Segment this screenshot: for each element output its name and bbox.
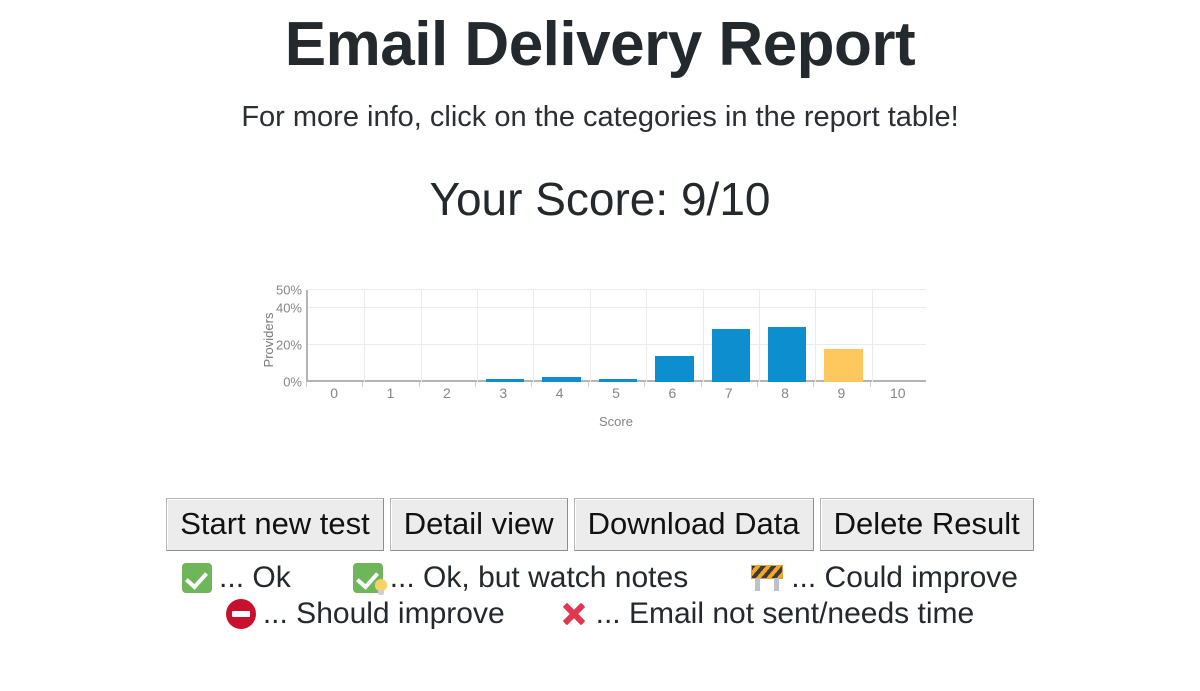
chart-x-tick (587, 382, 589, 388)
chart-gridline-vertical (702, 290, 704, 383)
chart-x-tick (306, 382, 307, 388)
score-heading: Your Score: 9/10 (429, 172, 771, 225)
legend-item: ... Email not sent/needs time (559, 599, 975, 629)
chart-x-tick-label: 2 (443, 385, 451, 402)
chart-gridline-vertical (871, 290, 873, 383)
green-check-bulb-icon (352, 563, 387, 596)
chart-x-tick (531, 382, 533, 388)
construction-barrier-icon (750, 564, 784, 592)
legend-item-label: ... Ok, but watch notes (389, 561, 689, 595)
legend-item: ... Ok, but watch notes (352, 561, 689, 596)
chart-x-tick (418, 382, 420, 388)
chart-bar[interactable] (598, 379, 638, 383)
chart-x-tick-label: 9 (837, 385, 846, 402)
chart-y-tick-label: 50% (275, 282, 302, 298)
report-page: Email Delivery Report For more info, cli… (0, 0, 1200, 691)
chart-gridline-vertical (815, 290, 817, 383)
legend-item: ... Could improve (750, 563, 1018, 593)
chart-bar[interactable] (542, 376, 581, 383)
chart-x-tick-label: 3 (499, 385, 508, 402)
chart-bar[interactable] (824, 348, 863, 383)
chart-bar[interactable] (767, 326, 807, 383)
legend-item-label: ... Email not sent/needs time (595, 597, 975, 631)
chart-x-tick (813, 382, 815, 388)
action-button-row: Start new test Detail view Download Data De… (166, 498, 1034, 552)
chart-bar[interactable] (655, 356, 694, 383)
chart-plot-area (306, 289, 926, 383)
legend-item-label: ... Ok (219, 561, 291, 595)
chart-x-tick-label: 7 (724, 385, 733, 402)
page-title: Email Delivery Report (284, 10, 916, 79)
legend-item-label: ... Should improve (262, 597, 505, 631)
chart-x-tick-label: 6 (668, 385, 677, 402)
chart-x-tick-label: 10 (890, 385, 906, 402)
chart-y-axis-labels: 0% 20% 40% 50% (254, 284, 302, 389)
download-data-button[interactable]: Download Data (573, 498, 814, 552)
chart-x-tick (644, 382, 646, 388)
legend-row-primary: ... Ok ... Ok, but watch notes ... Could i… (70, 561, 1130, 596)
chart-y-tick-label: 20% (275, 337, 302, 353)
legend-item-label: ... Could improve (791, 561, 1018, 595)
chart-x-tick (869, 382, 871, 388)
chart-x-axis-title: Score (599, 414, 633, 430)
chart-gridline-vertical (758, 290, 760, 383)
page-subtitle: For more info, click on the categories i… (241, 101, 959, 133)
legend-item: ... Ok (182, 561, 291, 595)
chart-x-tick-label: 0 (330, 385, 339, 402)
start-new-test-button[interactable]: Start new test (166, 498, 384, 552)
lightbulb-icon (374, 579, 388, 596)
chart-x-tick-label: 8 (781, 385, 789, 402)
chart-x-tick (756, 382, 758, 388)
legend-item: ... Should improve (225, 597, 505, 631)
status-legend: ... Ok ... Ok, but watch notes ... Could i… (70, 561, 1130, 631)
chart-gridline (308, 289, 926, 291)
chart-y-tick-label: 0% (283, 374, 302, 390)
chart-gridline-vertical (364, 290, 366, 383)
chart-gridline (308, 344, 926, 346)
chart-bar[interactable] (486, 379, 525, 383)
chart-gridline-vertical (420, 290, 422, 383)
chart-x-axis-labels: 0 1 2 3 4 5 6 7 8 9 10 (306, 382, 926, 408)
chart-x-tick (475, 382, 477, 388)
chart-bar[interactable] (711, 328, 750, 383)
chart-x-tick (700, 382, 702, 388)
chart-x-tick (362, 382, 364, 388)
delete-result-button[interactable]: Delete Result (819, 498, 1034, 552)
legend-row-secondary: ... Should improve ... Email not sent/nee… (70, 597, 1130, 631)
red-cross-icon (559, 599, 589, 629)
no-entry-icon (225, 599, 256, 630)
detail-view-button[interactable]: Detail view (389, 498, 568, 552)
chart-gridline-vertical (533, 290, 535, 383)
green-check-icon (182, 563, 213, 594)
chart-gridline-vertical (589, 290, 591, 383)
chart-x-tick-label: 4 (555, 385, 564, 402)
chart-gridline-vertical (477, 290, 479, 383)
chart-x-tick-label: 5 (612, 385, 620, 402)
chart-x-tick-label: 1 (386, 385, 395, 402)
chart-gridline-vertical (646, 290, 648, 383)
score-distribution-chart: Providers 0% 20% 40% 50% 0 1 2 3 4 5 6 7 8 9 10 Score (220, 284, 980, 450)
chart-y-tick-label: 40% (275, 300, 302, 316)
chart-gridline (308, 307, 926, 309)
